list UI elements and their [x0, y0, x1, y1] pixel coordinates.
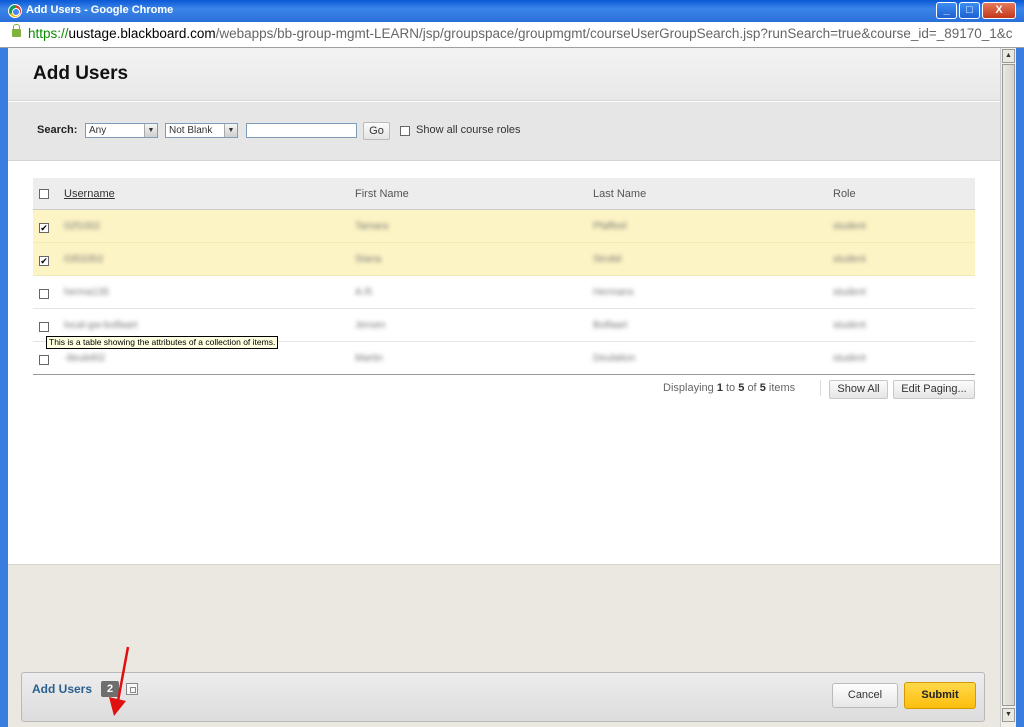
- role-cell: student: [833, 353, 866, 364]
- role-cell: student: [833, 287, 866, 298]
- paging-info: Displaying 1 to 5 of 5 items: [663, 382, 795, 394]
- paging-of-word: of: [747, 382, 757, 394]
- show-all-button[interactable]: Show All: [829, 380, 888, 399]
- maximize-button[interactable]: □: [959, 2, 980, 19]
- column-header-role: Role: [833, 188, 856, 200]
- select-all-checkbox[interactable]: [39, 189, 49, 199]
- paging-suffix: items: [768, 382, 796, 394]
- username-cell: herma135: [64, 287, 110, 298]
- row-checkbox[interactable]: ✔: [39, 256, 49, 266]
- chrome-logo-icon: [8, 4, 22, 18]
- column-header-username[interactable]: Username: [64, 188, 115, 200]
- expand-icon[interactable]: [126, 683, 138, 695]
- first-name-cell: Tamara: [355, 221, 389, 232]
- vertical-scrollbar[interactable]: ▲ ▼: [1000, 48, 1016, 727]
- search-operator-select[interactable]: Not Blank ▼: [165, 123, 238, 138]
- first-name-cell: Stana: [355, 254, 382, 265]
- search-label: Search:: [37, 124, 78, 136]
- chevron-down-icon: ▼: [224, 124, 237, 137]
- page-header: Add Users: [8, 48, 1000, 101]
- chevron-down-icon: ▼: [144, 124, 157, 137]
- submit-bar-title: Add Users: [32, 682, 93, 696]
- scroll-down-icon[interactable]: ▼: [1002, 708, 1015, 722]
- paging-from: 1: [716, 382, 723, 394]
- table-row[interactable]: herma135 A.R. Hermans student: [33, 276, 975, 309]
- username-cell: 02f1002: [64, 221, 101, 232]
- table-row[interactable]: ✔ 02f1002 Tamara Pfaffeel student: [33, 210, 975, 243]
- username-cell: 0353353: [64, 254, 103, 265]
- last-name-cell: Bolfaart: [593, 320, 628, 331]
- row-checkbox[interactable]: [39, 289, 49, 299]
- submit-bar: Add Users 2 Cancel Submit: [21, 672, 985, 722]
- page-title: Add Users: [33, 63, 129, 84]
- last-name-cell: Deulation: [593, 353, 636, 364]
- minimize-button[interactable]: _: [936, 2, 957, 19]
- url-path: /webapps/bb-group-mgmt-LEARN/jsp/groupsp…: [215, 26, 1013, 41]
- paging-divider: [820, 380, 821, 396]
- paging-to: 5: [738, 382, 745, 394]
- page-viewport: Add Users Search: Any ▼ Not Blank ▼ Go S…: [8, 48, 1000, 727]
- window-frame-left: [0, 48, 8, 727]
- search-field-select[interactable]: Any ▼: [85, 123, 158, 138]
- submit-button[interactable]: Submit: [904, 682, 976, 709]
- address-bar[interactable]: https://uustage.blackboard.com/webapps/b…: [0, 22, 1024, 48]
- lock-icon: [12, 24, 21, 37]
- paging-total: 5: [759, 382, 766, 394]
- cancel-button[interactable]: Cancel: [832, 683, 898, 708]
- username-cell: -8eulel02: [64, 353, 106, 364]
- paging-prefix: Displaying: [663, 382, 714, 394]
- first-name-cell: Jeroen: [355, 320, 386, 331]
- url-scheme: https://: [28, 26, 69, 41]
- last-name-cell: Pfaffeel: [593, 221, 627, 232]
- row-checkbox[interactable]: [39, 322, 49, 332]
- show-all-roles-checkbox[interactable]: [400, 126, 410, 136]
- username-cell: local-gw-bolfaart: [64, 320, 138, 331]
- edit-paging-button[interactable]: Edit Paging...: [893, 380, 975, 399]
- table-header: Username First Name Last Name Role: [33, 178, 975, 210]
- row-checkbox[interactable]: ✔: [39, 223, 49, 233]
- window-frame-right: [1016, 48, 1024, 727]
- search-bar: Search: Any ▼ Not Blank ▼ Go Show all co…: [8, 102, 1000, 161]
- window-titlebar: Add Users - Google Chrome _ □ X: [0, 0, 1024, 22]
- column-header-first-name: First Name: [355, 188, 409, 200]
- search-field-value: Any: [89, 125, 107, 136]
- table-tooltip: This is a table showing the attributes o…: [46, 336, 279, 349]
- url-host: uustage.blackboard.com: [68, 26, 216, 41]
- paging-to-word: to: [726, 382, 736, 394]
- scrollbar-thumb[interactable]: [1002, 64, 1015, 706]
- show-all-roles-label: Show all course roles: [416, 124, 521, 136]
- close-window-button[interactable]: X: [982, 2, 1016, 19]
- url-text[interactable]: https://uustage.blackboard.com/webapps/b…: [28, 26, 1018, 41]
- window-title: Add Users - Google Chrome: [26, 4, 174, 16]
- row-checkbox[interactable]: [39, 355, 49, 365]
- last-name-cell: Hermans: [593, 287, 634, 298]
- role-cell: student: [833, 221, 866, 232]
- selected-count-badge: 2: [101, 681, 119, 697]
- first-name-cell: Martin: [355, 353, 383, 364]
- role-cell: student: [833, 320, 866, 331]
- go-button[interactable]: Go: [363, 122, 390, 140]
- search-input[interactable]: [246, 123, 357, 138]
- role-cell: student: [833, 254, 866, 265]
- last-name-cell: Strobil: [593, 254, 622, 265]
- table-row[interactable]: ✔ 0353353 Stana Strobil student: [33, 243, 975, 276]
- search-operator-value: Not Blank: [169, 125, 213, 136]
- scroll-up-icon[interactable]: ▲: [1002, 49, 1015, 63]
- first-name-cell: A.R.: [355, 287, 375, 298]
- column-header-last-name: Last Name: [593, 188, 647, 200]
